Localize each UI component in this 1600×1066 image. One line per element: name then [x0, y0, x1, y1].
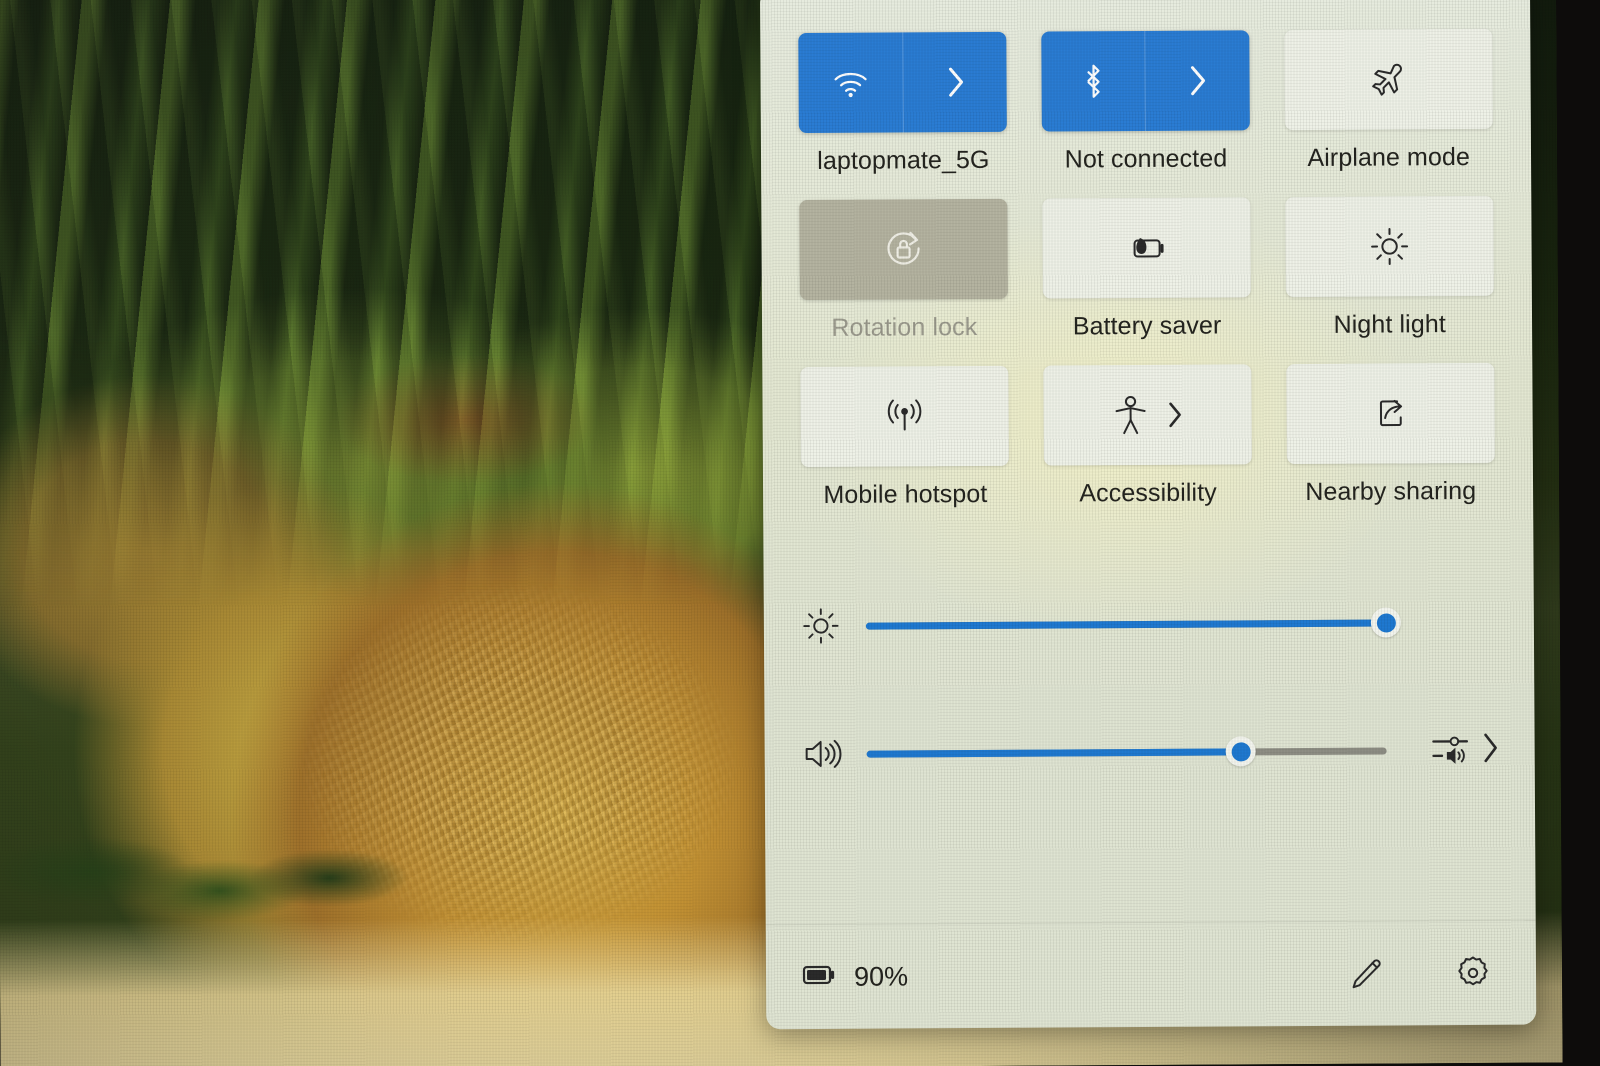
battery-percent-label: 90% [853, 960, 909, 992]
quick-tile-accessibility[interactable] [1043, 364, 1252, 466]
brightness-icon [1368, 225, 1410, 267]
quick-tile-cell-night-light: Night light [1281, 195, 1499, 364]
quick-tile-label-wifi: laptopmate_5G [817, 145, 990, 175]
quick-tile-cell-accessibility: Accessibility [1039, 364, 1257, 532]
quick-settings-footer: 90% [765, 919, 1537, 1030]
quick-settings-panel: laptopmate_5G Not connected Airplane mod… [759, 0, 1537, 1030]
quick-tile-bluetooth[interactable] [1041, 30, 1250, 132]
quick-tile-label-bluetooth: Not connected [1064, 144, 1228, 174]
quick-tile-cell-mobile-hotspot: Mobile hotspot [796, 365, 1014, 534]
brightness-thumb[interactable] [1370, 607, 1401, 638]
accessibility-person-icon [1111, 393, 1149, 437]
pencil-edit-icon[interactable] [1342, 951, 1388, 997]
bluetooth-icon [1080, 61, 1106, 101]
audio-output-picker-icon[interactable] [1429, 727, 1473, 772]
chevron-right-icon[interactable] [1481, 730, 1501, 769]
speaker-icon [799, 735, 845, 773]
chevron-right-icon [944, 65, 966, 99]
volume-slider-row [798, 686, 1501, 818]
brightness-icon [798, 606, 844, 646]
quick-tile-cell-nearby-sharing: Nearby sharing [1282, 362, 1500, 531]
laptop-screen-photo: laptopmate_5G Not connected Airplane mod… [0, 0, 1600, 1066]
quick-tile-label-airplane-mode: Airplane mode [1307, 142, 1471, 172]
wifi-toggle-half[interactable] [798, 32, 904, 134]
quick-settings-tile-grid: laptopmate_5G Not connected Airplane mod… [760, 0, 1533, 534]
brightness-trailing [1408, 622, 1500, 623]
quick-tile-cell-wifi: laptopmate_5G [794, 31, 1012, 200]
volume-thumb[interactable] [1225, 736, 1257, 767]
quick-tile-cell-bluetooth: Not connected [1037, 30, 1255, 198]
quick-tile-mobile-hotspot[interactable] [800, 365, 1010, 468]
battery-leaf-icon [1122, 231, 1170, 265]
wifi-icon [831, 67, 871, 99]
airplane-icon [1367, 60, 1409, 98]
wallpaper-foliage [0, 829, 420, 962]
quick-tile-label-accessibility: Accessibility [1079, 478, 1217, 508]
quick-tile-airplane-mode[interactable] [1283, 28, 1493, 131]
brightness-slider-row [797, 558, 1500, 690]
footer-actions [1342, 950, 1496, 997]
volume-trailing [1409, 727, 1501, 773]
brightness-slider[interactable] [865, 607, 1401, 641]
wifi-expand-half[interactable] [903, 32, 1007, 133]
bluetooth-expand-half[interactable] [1146, 30, 1250, 131]
broadcast-icon [882, 395, 928, 437]
bluetooth-toggle-half[interactable] [1041, 30, 1147, 132]
volume-slider[interactable] [866, 736, 1387, 769]
quick-tile-label-mobile-hotspot: Mobile hotspot [823, 479, 988, 509]
chevron-right-icon [1187, 64, 1209, 98]
quick-tile-label-nearby-sharing: Nearby sharing [1305, 476, 1477, 506]
brightness-fill [865, 619, 1386, 630]
rotation-lock-icon [881, 227, 927, 271]
quick-tile-wifi[interactable] [798, 31, 1008, 134]
quick-tile-label-rotation-lock: Rotation lock [831, 312, 978, 342]
battery-icon [802, 961, 840, 992]
wallpaper-cliff-ridges [0, 0, 778, 612]
share-icon [1370, 393, 1410, 433]
quick-tile-cell-battery-saver: Battery saver [1038, 197, 1256, 365]
desktop-display: laptopmate_5G Not connected Airplane mod… [0, 0, 1563, 1066]
volume-fill [866, 747, 1242, 758]
quick-tile-rotation-lock[interactable] [799, 198, 1009, 301]
gear-settings-icon[interactable] [1450, 950, 1496, 996]
quick-tile-night-light[interactable] [1284, 195, 1494, 298]
quick-tile-label-night-light: Night light [1333, 310, 1446, 339]
slider-section [763, 530, 1535, 819]
quick-tile-cell-airplane-mode: Airplane mode [1280, 28, 1498, 197]
battery-status[interactable]: 90% [802, 961, 908, 993]
quick-tile-label-battery-saver: Battery saver [1072, 311, 1222, 341]
quick-tile-nearby-sharing[interactable] [1285, 362, 1495, 465]
quick-tile-cell-rotation-lock: Rotation lock [795, 198, 1013, 367]
chevron-right-icon [1165, 400, 1183, 430]
quick-tile-battery-saver[interactable] [1042, 197, 1251, 299]
